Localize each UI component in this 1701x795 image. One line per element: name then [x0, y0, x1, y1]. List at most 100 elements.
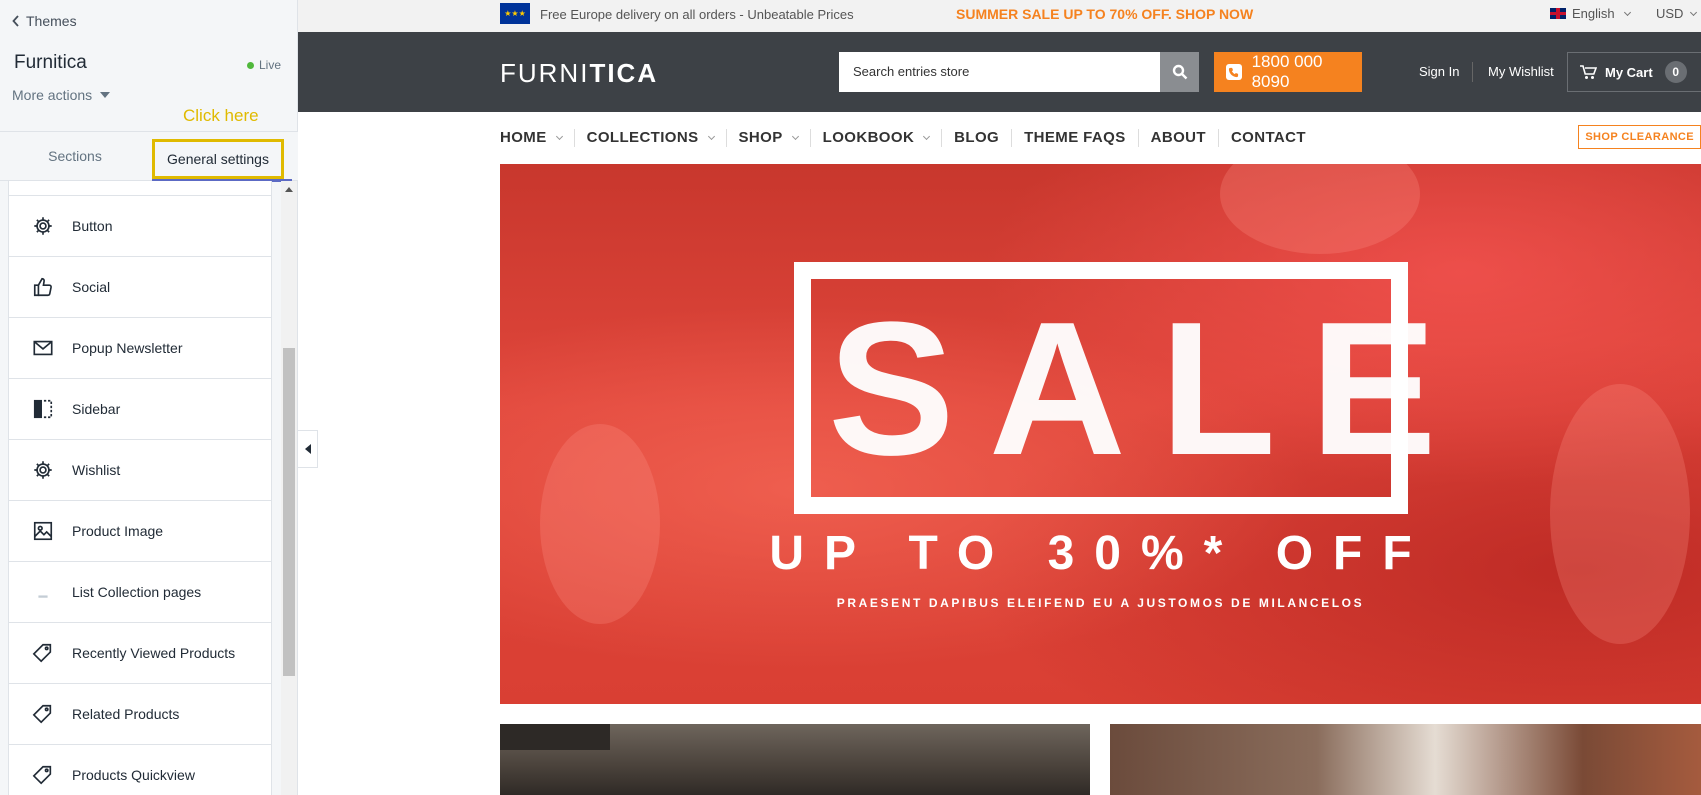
settings-item-product-image[interactable]: Product Image — [8, 501, 272, 562]
store-logo[interactable]: FURNITICA — [500, 58, 658, 89]
phone-button[interactable]: 1800 000 8090 — [1214, 52, 1362, 92]
settings-item-wishlist[interactable]: Wishlist — [8, 440, 272, 501]
hero-decor-shape — [540, 424, 660, 624]
uk-flag-icon — [1550, 8, 1566, 19]
tab-general-settings[interactable]: General settings — [152, 139, 284, 179]
store-preview: ★★★ Free Europe delivery on all orders -… — [298, 0, 1701, 795]
settings-scrollbar[interactable] — [281, 181, 297, 795]
sidebar-icon — [31, 397, 55, 421]
dash-icon — [31, 580, 55, 604]
settings-item-recently-viewed[interactable]: Recently Viewed Products — [8, 623, 272, 684]
editor-tabs: Sections General settings — [0, 131, 298, 182]
promo-banner-image[interactable] — [1110, 724, 1701, 795]
currency-label: USD — [1656, 6, 1684, 21]
settings-item-products-quickview[interactable]: Products Quickview — [8, 745, 272, 795]
gear-icon — [31, 458, 55, 482]
hero-headline: SALE — [828, 283, 1471, 495]
cart-label: My Cart — [1605, 64, 1653, 80]
settings-item-label: Product Image — [72, 523, 164, 539]
phone-icon — [1226, 64, 1242, 80]
settings-item-popup-newsletter[interactable]: Popup Newsletter — [8, 318, 272, 379]
hero-subline: PRAESENT DAPIBUS ELEIFEND EU A JUSTOMOS … — [836, 596, 1365, 610]
search-input[interactable]: Search entries store — [839, 52, 1160, 92]
store-header: FURNITICA Search entries store 1800 000 … — [298, 32, 1701, 112]
settings-item-label: Recently Viewed Products — [72, 645, 236, 661]
sign-in-link[interactable]: Sign In — [1419, 64, 1459, 79]
settings-item-button[interactable]: Button — [8, 196, 272, 257]
settings-item-label: Related Products — [72, 706, 180, 722]
wishlist-link[interactable]: My Wishlist — [1488, 64, 1554, 79]
settings-item-related-products[interactable]: Related Products — [8, 684, 272, 745]
image-decor — [500, 724, 610, 750]
theme-name: Furnitica — [14, 52, 87, 73]
chevron-down-icon — [923, 132, 931, 141]
triangle-left-icon — [304, 444, 311, 454]
main-navigation: HOME COLLECTIONS SHOP LOOKBOOK BLOG THEM… — [500, 112, 1701, 164]
thumbs-up-icon — [31, 275, 55, 299]
collapse-sidebar-button[interactable] — [298, 430, 318, 468]
language-selector[interactable]: English — [1550, 6, 1631, 21]
nav-label: LOOKBOOK — [822, 129, 915, 146]
cart-icon — [1580, 64, 1597, 79]
phone-number: 1800 000 8090 — [1251, 52, 1323, 91]
chevron-down-icon — [1690, 8, 1698, 16]
chevron-down-icon — [1623, 8, 1631, 16]
theme-editor-panel: Themes Furnitica Live More actions Click… — [0, 0, 298, 795]
shop-clearance-button[interactable]: SHOP CLEARANCE — [1578, 125, 1701, 149]
chevron-down-icon — [707, 132, 715, 141]
nav-lookbook[interactable]: LOOKBOOK — [809, 129, 942, 147]
currency-selector[interactable]: USD — [1656, 6, 1698, 21]
click-here-annotation: Click here — [183, 106, 259, 125]
more-actions-dropdown[interactable]: More actions — [12, 87, 111, 103]
chevron-left-icon — [12, 15, 19, 27]
hero-banner[interactable]: SALE UP TO 30%* OFF PRAESENT DAPIBUS ELE… — [500, 164, 1701, 704]
nav-shop[interactable]: SHOP — [725, 129, 810, 147]
gear-icon — [31, 214, 55, 238]
scroll-up-arrow-icon[interactable] — [285, 187, 293, 192]
settings-item-label: Sidebar — [72, 401, 121, 417]
live-status-label: Live — [258, 58, 281, 72]
nav-contact[interactable]: CONTACT — [1217, 129, 1318, 147]
search-button[interactable] — [1160, 52, 1199, 92]
nav-about[interactable]: ABOUT — [1137, 129, 1218, 147]
nav-collections[interactable]: COLLECTIONS — [573, 129, 726, 147]
nav-label: CONTACT — [1230, 129, 1306, 146]
back-label: Themes — [26, 13, 77, 29]
live-dot-icon — [246, 61, 254, 69]
delivery-notice: Free Europe delivery on all orders - Unb… — [540, 7, 854, 22]
announcement-bar: ★★★ Free Europe delivery on all orders -… — [298, 0, 1701, 32]
settings-item-label: Popup Newsletter — [72, 340, 183, 356]
cart-count-badge: 0 — [1664, 61, 1687, 83]
settings-item-label: Button — [72, 218, 113, 234]
settings-item-social[interactable]: Social — [8, 257, 272, 318]
summer-sale-link[interactable]: SUMMER SALE UP TO 70% OFF. SHOP NOW — [956, 6, 1253, 22]
scrollbar-thumb[interactable] — [283, 348, 295, 676]
nav-blog[interactable]: BLOG — [941, 129, 1011, 147]
logo-light-text: FURNI — [500, 58, 590, 88]
settings-item-sidebar[interactable]: Sidebar — [8, 379, 272, 440]
cart-button[interactable]: My Cart 0 — [1567, 52, 1701, 92]
tab-sections[interactable]: Sections — [0, 132, 150, 180]
envelope-icon — [31, 336, 55, 360]
nav-home[interactable]: HOME — [500, 129, 574, 147]
more-actions-label: More actions — [12, 87, 93, 103]
nav-label: COLLECTIONS — [586, 129, 699, 146]
caret-down-icon — [100, 92, 111, 98]
tag-icon — [31, 763, 55, 787]
nav-theme-faqs[interactable]: THEME FAQS — [1011, 129, 1138, 147]
chevron-down-icon — [791, 132, 799, 141]
nav-label: ABOUT — [1150, 129, 1206, 146]
nav-label: HOME — [500, 129, 547, 146]
promo-banner-image[interactable] — [500, 724, 1090, 795]
settings-item-list-collection-pages[interactable]: List Collection pages — [8, 562, 272, 623]
language-label: English — [1572, 6, 1615, 21]
nav-label: THEME FAQS — [1024, 129, 1126, 146]
header-divider — [1472, 62, 1473, 82]
tag-icon — [31, 702, 55, 726]
eu-flag-icon: ★★★ — [500, 3, 530, 24]
nav-label: BLOG — [954, 129, 1000, 146]
settings-item-label: List Collection pages — [72, 584, 202, 600]
search-icon — [1172, 64, 1187, 80]
back-to-themes-link[interactable]: Themes — [12, 13, 77, 29]
list-item — [8, 181, 272, 196]
